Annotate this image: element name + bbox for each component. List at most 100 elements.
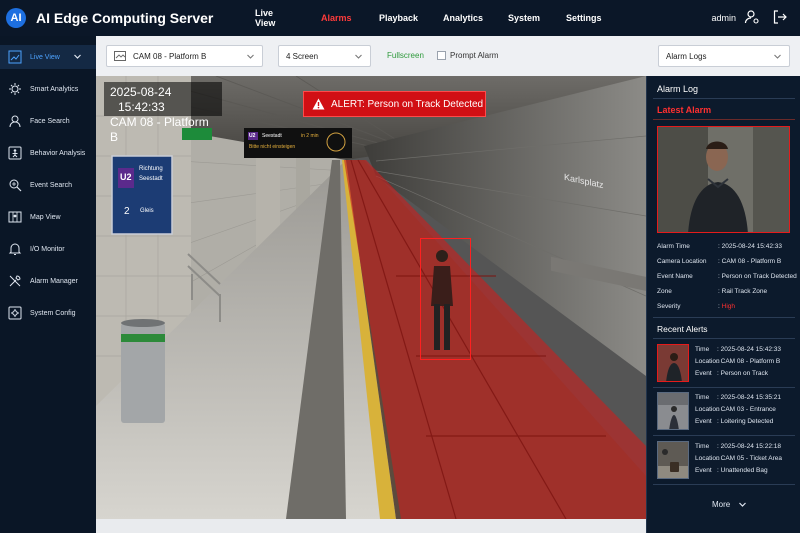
nav-playback[interactable]: Playback	[379, 13, 418, 23]
app-logo: AI	[6, 8, 26, 28]
user-name[interactable]: admin	[711, 13, 736, 23]
behavior-icon	[8, 146, 22, 160]
detail-severity: Severity : High	[657, 303, 735, 310]
detail-separator: :	[718, 258, 720, 265]
recent-alert-item[interactable]: Time: 2025-08-24 15:42:33 Location: CAM …	[657, 344, 797, 384]
sidebar-item-behavior-analysis[interactable]: Behavior Analysis	[0, 141, 96, 165]
sidebar-item-smart-analytics[interactable]: Smart Analytics	[0, 77, 96, 101]
recent-separator: :	[717, 394, 719, 401]
sidebar-item-system-config[interactable]: System Config	[0, 301, 96, 325]
recent-alert-thumbnail	[657, 392, 689, 430]
recent-key: Time	[695, 394, 710, 401]
nav-settings[interactable]: Settings	[566, 13, 602, 23]
detail-key: Severity	[657, 303, 681, 310]
more-button[interactable]: More	[712, 500, 747, 509]
sidebar-item-io-monitor[interactable]: I/O Monitor	[0, 237, 96, 261]
recent-value-text: 2025-08-24 15:42:33	[720, 346, 781, 353]
recent-alert-item[interactable]: Time : 2025-08-24 15:22:18 Location: CAM …	[657, 441, 797, 481]
screen-layout-select[interactable]: 4 Screen	[278, 45, 371, 67]
recent-value-text: Person on Track	[720, 370, 768, 377]
recent-value: : CAM 08 - Platform B	[717, 358, 780, 365]
sign-track-label: Gleis	[140, 208, 154, 214]
recent-value-text: CAM 08 - Platform B	[720, 358, 781, 365]
sidebar-item-event-search[interactable]: Event Search	[0, 173, 96, 197]
detail-value: : Person on Track Detected	[718, 273, 797, 280]
nav-system[interactable]: System	[508, 13, 540, 23]
divider	[653, 119, 795, 120]
recent-event-row: Event: Person on Track	[695, 370, 768, 377]
sidebar-item-face-search[interactable]: Face Search	[0, 109, 96, 133]
latest-alarm-title: Latest Alarm	[657, 105, 712, 115]
nav-live-view[interactable]: Live View	[255, 8, 275, 28]
detail-separator: :	[718, 243, 720, 250]
detail-value-text: CAM 08 - Platform B	[721, 258, 782, 265]
detail-separator: :	[718, 288, 720, 295]
detail-key: Event Name	[657, 273, 693, 280]
config-icon	[8, 306, 22, 320]
toolbar: CAM 08 - Platform B 4 Screen Fullscreen …	[96, 36, 800, 76]
recent-value: : CAM 05 - Ticket Area	[717, 455, 782, 462]
nav-analytics[interactable]: Analytics	[443, 13, 483, 23]
user-settings-icon[interactable]	[744, 9, 760, 25]
video-feed[interactable]: U2 Richtung Seestadt 2 Gleis U2 Seestadt…	[96, 76, 646, 519]
person-snapshot-image	[658, 127, 789, 232]
recent-separator: :	[717, 346, 719, 353]
logout-icon[interactable]	[772, 9, 788, 25]
sign-line: U2	[120, 172, 132, 182]
thumbnail-image	[658, 393, 688, 429]
nav-alarms[interactable]: Alarms	[321, 13, 352, 23]
recent-alerts-title: Recent Alerts	[657, 324, 708, 334]
osd-camera: CAM 08 - Platform B	[110, 115, 209, 144]
recent-key: Location	[695, 455, 720, 462]
divider	[653, 338, 795, 339]
camera-osd: 2025-08-24 15:42:33 CAM 08 - Platform B	[104, 82, 222, 144]
recent-time-row: Time: 2025-08-24 15:42:33	[695, 346, 781, 353]
sign-track: 2	[124, 206, 130, 217]
sidebar-item-map-view[interactable]: Map View	[0, 205, 96, 229]
divider	[653, 435, 795, 436]
sidebar-item-label: Live View	[30, 53, 60, 61]
recent-key: Time	[695, 346, 710, 353]
latest-alarm-snapshot[interactable]	[657, 126, 790, 233]
recent-alert-thumbnail	[657, 344, 689, 382]
detail-value-text: 2025-08-24 15:42:33	[721, 243, 782, 250]
sidebar-item-alarm-manager[interactable]: Alarm Manager	[0, 269, 96, 293]
panel-title: Alarm Log	[657, 84, 699, 94]
fullscreen-button[interactable]: Fullscreen	[387, 51, 424, 60]
sidebar: Live View Smart Analytics Face Search Be…	[0, 36, 96, 533]
detail-value: : CAM 08 - Platform B	[718, 258, 781, 265]
recent-key: Time	[695, 443, 710, 450]
recent-value: : 2025-08-24 15:35:21	[717, 394, 781, 401]
recent-time-row: Time : 2025-08-24 15:35:21	[695, 394, 781, 401]
recent-separator: :	[717, 418, 719, 425]
detail-value-text: Person on Track Detected	[721, 273, 797, 280]
recent-separator: :	[717, 406, 719, 413]
top-bar: AI AI Edge Computing Server Live View Al…	[0, 0, 800, 36]
thumbnail-image	[658, 345, 688, 381]
display-eta: in 2 min	[301, 133, 319, 139]
detail-alarm-time: Alarm Time : 2025-08-24 15:42:33	[657, 243, 782, 250]
detail-value: : Rail Track Zone	[718, 288, 767, 295]
recent-location-row: Location: CAM 03 - Entrance	[695, 406, 776, 413]
prompt-alarm-checkbox[interactable]	[437, 51, 446, 60]
severity-value: High	[721, 303, 735, 310]
alert-banner[interactable]: ALERT: Person on Track Detected	[303, 91, 486, 117]
sidebar-item-label: Map View	[30, 213, 61, 221]
recent-separator: :	[717, 358, 719, 365]
recent-value: : 2025-08-24 15:22:18	[717, 443, 781, 450]
camera-select[interactable]: CAM 08 - Platform B	[106, 45, 263, 67]
recent-value: : Person on Track	[717, 370, 768, 377]
analytics-icon	[9, 83, 21, 95]
detail-value: : High	[718, 303, 735, 310]
recent-separator: :	[717, 467, 719, 474]
detail-key: Zone	[657, 288, 672, 295]
warning-icon	[312, 98, 325, 110]
recent-value: : 2025-08-24 15:42:33	[717, 346, 781, 353]
recent-value: : Loitering Detected	[717, 418, 773, 425]
alarm-logs-select[interactable]: Alarm Logs	[658, 45, 790, 67]
recent-key: Event	[695, 418, 712, 425]
detail-value: : 2025-08-24 15:42:33	[718, 243, 782, 250]
detail-separator: :	[718, 303, 720, 310]
sidebar-item-live-view[interactable]: Live View	[0, 45, 96, 69]
recent-alert-item[interactable]: Time : 2025-08-24 15:35:21 Location: CAM …	[657, 392, 797, 432]
